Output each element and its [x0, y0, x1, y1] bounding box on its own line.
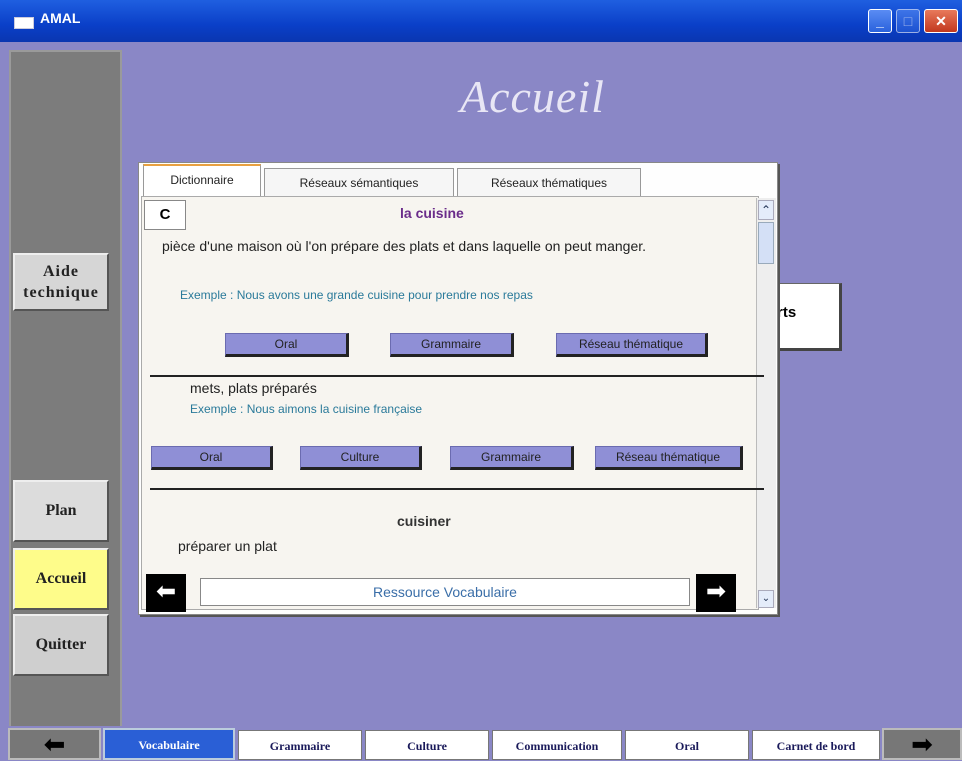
oral-button[interactable]: Oral [151, 446, 273, 470]
tab-reseaux-thematiques[interactable]: Réseaux thématiques [457, 168, 641, 198]
title-bar [0, 0, 962, 42]
arrow-left-icon[interactable]: ⬅ [146, 574, 186, 612]
minimize-icon: _ [876, 13, 884, 29]
entry-definition: préparer un plat [178, 538, 277, 554]
scroll-up-icon[interactable]: ⌃ [758, 200, 774, 220]
entry-definition: pièce d'une maison où l'on prépare des p… [162, 238, 647, 254]
divider [150, 375, 764, 377]
maximize-button[interactable]: □ [896, 9, 920, 33]
resource-field[interactable]: Ressource Vocabulaire [200, 578, 690, 606]
entry-definition: mets, plats préparés [190, 380, 317, 396]
page-title: Accueil [460, 71, 605, 122]
scroll-down-icon[interactable]: ⌄ [758, 590, 774, 608]
entry-example: Exemple : Nous avons une grande cuisine … [180, 288, 533, 302]
tab-oral[interactable]: Oral [625, 730, 749, 760]
tab-grammaire[interactable]: Grammaire [238, 730, 362, 760]
background-button-label: rts [777, 304, 797, 321]
aide-label-line1: Aide [42, 263, 79, 280]
letter-field[interactable]: C [144, 200, 186, 230]
quitter-button[interactable]: Quitter [13, 614, 109, 676]
entry-example: Exemple : Nous aimons la cuisine françai… [190, 402, 423, 416]
plan-button[interactable]: Plan [13, 480, 109, 542]
tab-reseaux-semantiques[interactable]: Réseaux sémantiques [264, 168, 454, 198]
aide-technique-button[interactable]: Aide technique [13, 253, 109, 311]
tab-communication[interactable]: Communication [492, 730, 622, 760]
entry-word: cuisiner [397, 513, 451, 529]
aide-label-line2: technique [23, 284, 99, 301]
culture-button[interactable]: Culture [300, 446, 422, 470]
previous-arrow-icon[interactable]: ⬅ [8, 728, 101, 760]
arrow-right-icon[interactable]: ➡ [696, 574, 736, 612]
minimize-button[interactable]: _ [868, 9, 892, 33]
tab-vocabulaire[interactable]: Vocabulaire [103, 728, 235, 760]
reseau-thematique-button[interactable]: Réseau thématique [595, 446, 743, 470]
accueil-button[interactable]: Accueil [13, 548, 109, 610]
next-arrow-icon[interactable]: ➡ [882, 728, 962, 760]
entry-word: la cuisine [400, 205, 464, 221]
scroll-thumb[interactable] [758, 222, 774, 264]
close-button[interactable]: ✕ [924, 9, 958, 33]
window-title: AMAL [40, 10, 81, 26]
maximize-icon: □ [903, 13, 913, 29]
app-icon [14, 17, 34, 29]
grammaire-button[interactable]: Grammaire [390, 333, 514, 357]
tab-carnet-de-bord[interactable]: Carnet de bord [752, 730, 880, 760]
tab-culture[interactable]: Culture [365, 730, 489, 760]
tab-dictionnaire[interactable]: Dictionnaire [143, 164, 261, 198]
oral-button[interactable]: Oral [225, 333, 349, 357]
close-icon: ✕ [935, 13, 947, 29]
divider [150, 488, 764, 490]
grammaire-button[interactable]: Grammaire [450, 446, 574, 470]
reseau-thematique-button[interactable]: Réseau thématique [556, 333, 708, 357]
